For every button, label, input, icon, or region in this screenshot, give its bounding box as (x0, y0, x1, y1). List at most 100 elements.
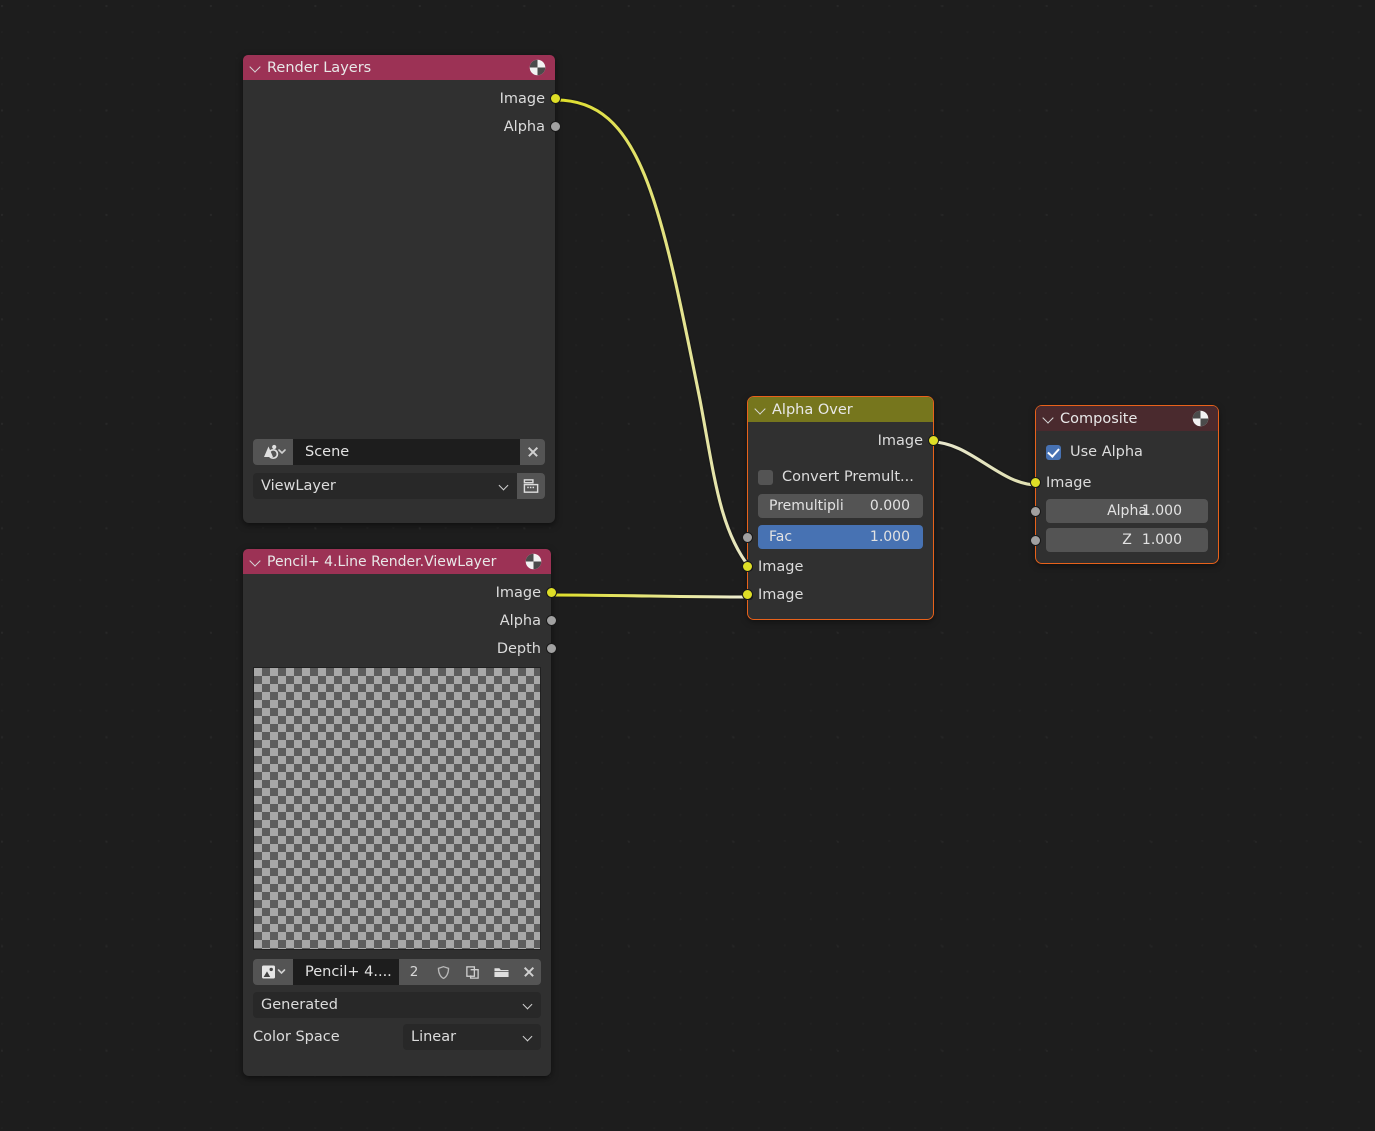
chevron-down-icon[interactable] (1043, 412, 1054, 423)
scene-name-field[interactable]: Scene (293, 439, 520, 465)
image-icon-button[interactable] (253, 959, 293, 985)
image-source-value: Generated (261, 997, 338, 1013)
alpha-field[interactable]: Alpha 1.000 (1046, 499, 1208, 523)
view-layer-value: ViewLayer (261, 478, 336, 494)
duplicate-icon (465, 965, 480, 980)
scene-selector-row[interactable]: Scene (243, 439, 555, 465)
socket-row-alpha[interactable]: Alpha (243, 607, 551, 635)
node-alpha-over[interactable]: Alpha Over Image Convert Premult... Prem… (748, 397, 933, 619)
render-result-icon (524, 552, 543, 571)
socket-row-image-in-2[interactable]: Image (748, 581, 933, 609)
link-outline (932, 442, 1037, 485)
socket-row-image[interactable]: Image (243, 85, 555, 113)
convert-premultiply-checkbox[interactable] (758, 470, 773, 485)
socket-row-image[interactable]: Image (243, 579, 551, 607)
z-row[interactable]: Z 1.000 (1036, 528, 1218, 552)
view-layer-select[interactable]: ViewLayer (253, 473, 517, 499)
socket-row-image-out[interactable]: Image (748, 427, 933, 455)
socket-label-depth: Depth (497, 641, 541, 657)
render-result-icon (1191, 409, 1210, 428)
premultiply-value: 0.000 (870, 498, 923, 514)
node-title: Pencil+ 4.Line Render.ViewLayer (267, 554, 524, 570)
node-title: Composite (1060, 411, 1191, 427)
fac-slider[interactable]: Fac 1.000 (758, 525, 923, 549)
image-datablock-row[interactable]: Pencil+ 4.... 2 (243, 959, 551, 985)
output-socket-image[interactable] (546, 587, 557, 598)
node-pencil-plus-image[interactable]: Pencil+ 4.Line Render.ViewLayer Image Al… (243, 549, 551, 1076)
z-value: 1.000 (1142, 532, 1195, 548)
image-preview (253, 667, 541, 950)
socket-label-image: Image (496, 585, 541, 601)
chevron-down-icon (523, 1032, 533, 1042)
input-socket-image-1[interactable] (742, 561, 753, 572)
chevron-down-icon (499, 481, 509, 491)
image-users-count[interactable]: 2 (399, 959, 429, 985)
use-alpha-checkbox[interactable] (1046, 445, 1061, 460)
use-alpha-row[interactable]: Use Alpha (1036, 440, 1218, 464)
chevron-down-icon[interactable] (250, 61, 261, 72)
node-composite[interactable]: Composite Use Alpha Image (1036, 406, 1218, 563)
chevron-down-icon (523, 1000, 533, 1010)
view-layer-row[interactable]: ViewLayer (243, 473, 555, 499)
close-icon (523, 966, 535, 978)
chevron-down-icon[interactable] (755, 403, 766, 414)
use-alpha-label: Use Alpha (1070, 444, 1143, 460)
open-image-button[interactable] (487, 959, 516, 985)
fac-row[interactable]: Fac 1.000 (748, 525, 933, 549)
node-title: Render Layers (267, 60, 528, 76)
input-socket-alpha[interactable] (1030, 506, 1041, 517)
z-label: Z (1122, 532, 1132, 548)
link-outline (556, 100, 750, 568)
link-render-to-alphaover (556, 100, 750, 568)
alpha-row[interactable]: Alpha 1.000 (1036, 499, 1218, 523)
node-header-render-layers[interactable]: Render Layers (243, 55, 555, 80)
output-socket-depth[interactable] (546, 643, 557, 654)
output-socket-image[interactable] (928, 435, 939, 446)
output-socket-image[interactable] (550, 93, 561, 104)
premultiply-row[interactable]: Premultipli 0.000 (748, 494, 933, 518)
fake-user-button[interactable] (429, 959, 458, 985)
input-socket-fac[interactable] (742, 532, 753, 543)
chevron-down-icon[interactable] (250, 555, 261, 566)
scene-icon-button[interactable] (253, 439, 293, 465)
new-image-copy-button[interactable] (458, 959, 487, 985)
render-layers-icon-button[interactable] (517, 473, 545, 499)
image-source-row[interactable]: Generated (243, 992, 551, 1018)
input-socket-z[interactable] (1030, 535, 1041, 546)
users-count-label: 2 (410, 964, 419, 980)
node-header-alpha-over[interactable]: Alpha Over (748, 397, 933, 422)
node-header-composite[interactable]: Composite (1036, 406, 1218, 431)
folder-icon (493, 965, 510, 980)
image-name-field[interactable]: Pencil+ 4.... (293, 959, 399, 985)
scene-clear-button[interactable] (520, 439, 545, 465)
color-space-select[interactable]: Linear (403, 1024, 541, 1050)
node-render-layers[interactable]: Render Layers Image Alpha (243, 55, 555, 523)
input-socket-image[interactable] (1030, 477, 1041, 488)
image-source-select[interactable]: Generated (253, 992, 541, 1018)
socket-label-image-1: Image (758, 559, 803, 575)
output-socket-alpha[interactable] (550, 121, 561, 132)
render-layers-icon (522, 478, 541, 495)
z-field[interactable]: Z 1.000 (1046, 528, 1208, 552)
convert-premultiply-row[interactable]: Convert Premult... (748, 465, 933, 489)
output-socket-alpha[interactable] (546, 615, 557, 626)
socket-row-image-in-1[interactable]: Image (748, 553, 933, 581)
image-icon (260, 963, 286, 981)
premultiply-label: Premultipli (758, 498, 844, 514)
unlink-image-button[interactable] (516, 959, 541, 985)
node-title: Alpha Over (772, 402, 925, 418)
socket-label-image: Image (1046, 475, 1091, 491)
color-space-label: Color Space (253, 1029, 340, 1045)
color-space-row[interactable]: Color Space Linear (243, 1024, 551, 1050)
premultiply-field[interactable]: Premultipli 0.000 (758, 494, 923, 518)
socket-row-image-in[interactable]: Image (1036, 469, 1218, 497)
node-header-pencil-plus[interactable]: Pencil+ 4.Line Render.ViewLayer (243, 549, 551, 574)
socket-label-alpha: Alpha (500, 613, 541, 629)
socket-row-alpha[interactable]: Alpha (243, 113, 555, 141)
fac-label: Fac (758, 529, 792, 545)
input-socket-image-2[interactable] (742, 589, 753, 600)
link-alphaover-to-composite (932, 442, 1037, 485)
close-icon (527, 446, 539, 458)
socket-row-depth[interactable]: Depth (243, 635, 551, 663)
node-editor-canvas[interactable]: Render Layers Image Alpha (0, 0, 1375, 1131)
